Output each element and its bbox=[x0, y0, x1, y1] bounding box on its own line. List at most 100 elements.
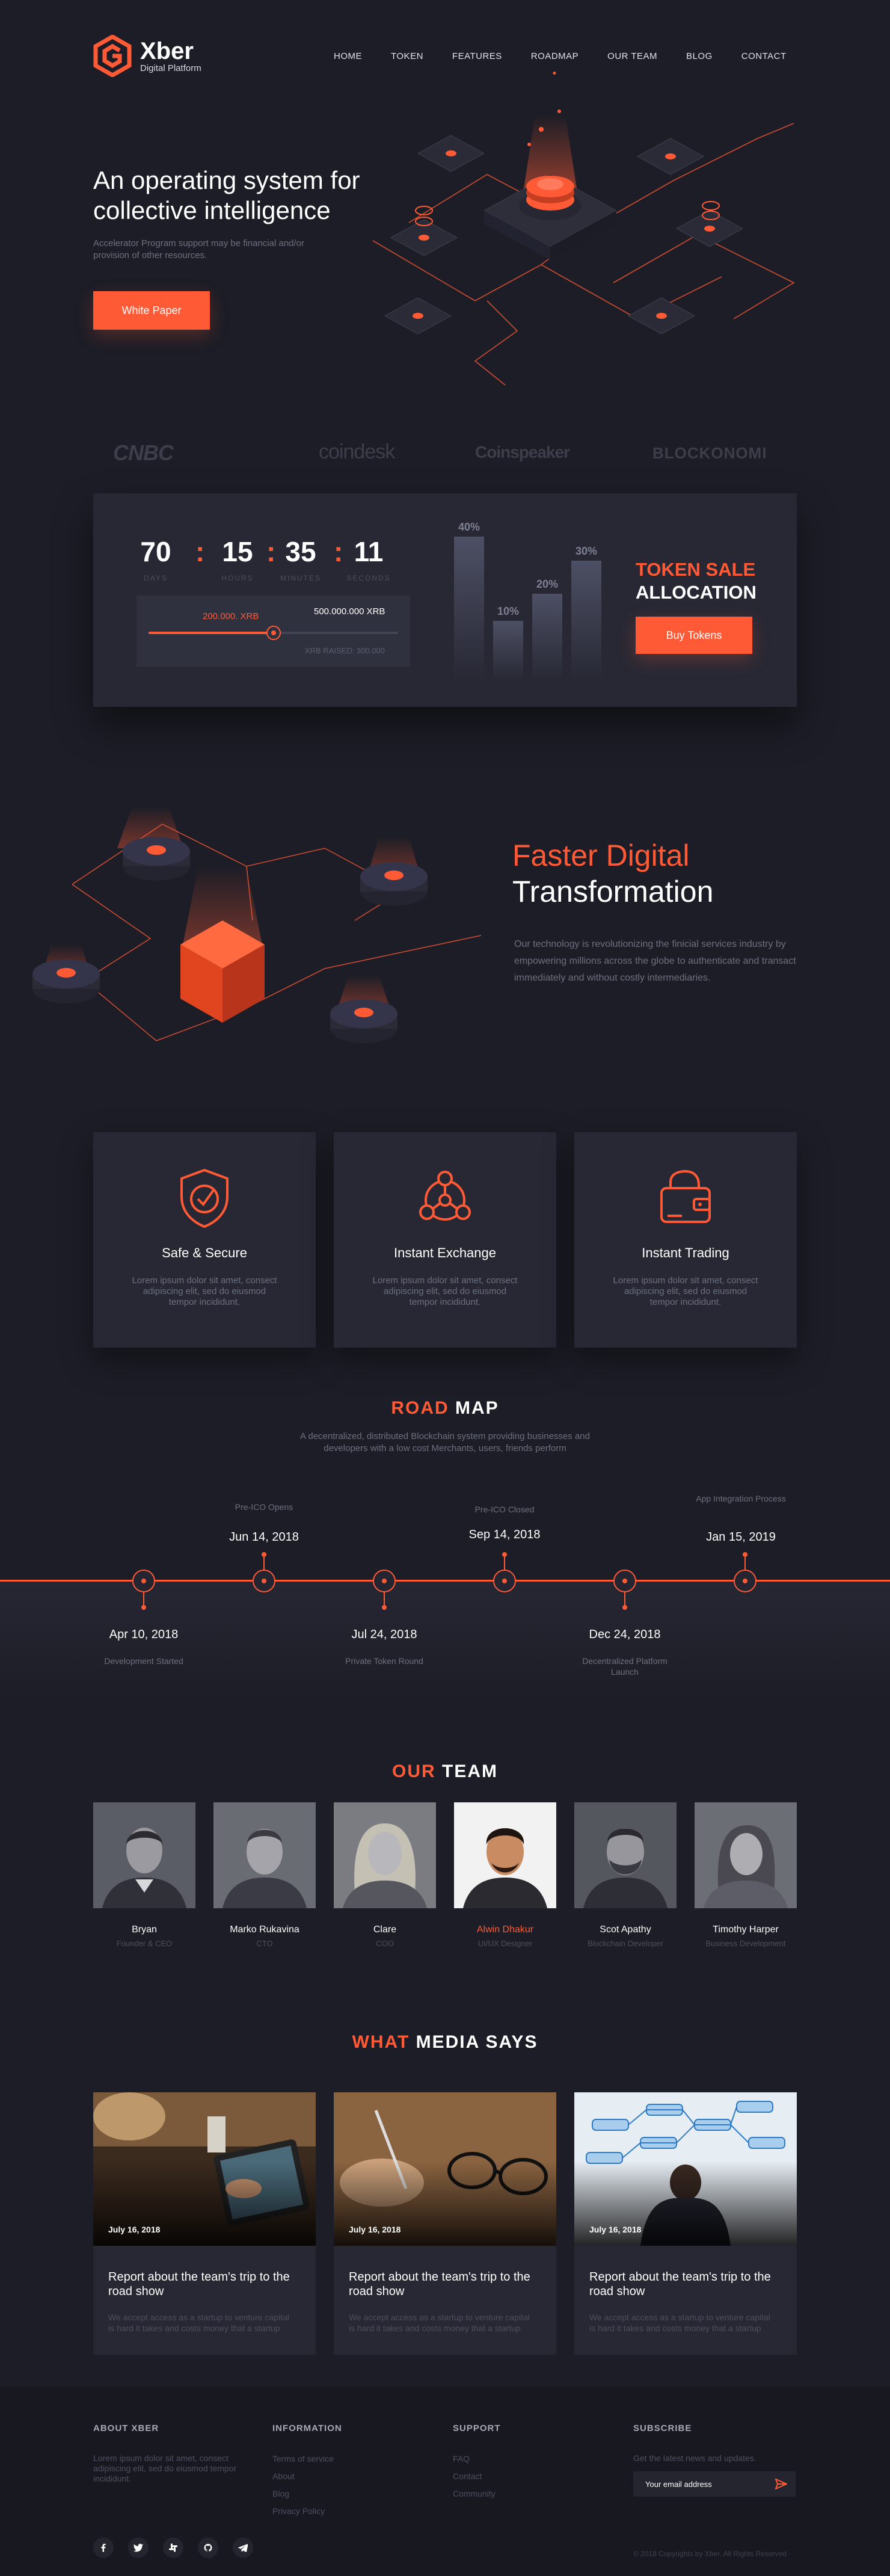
facebook-icon[interactable] bbox=[93, 2537, 114, 2558]
transformation-title-accent: Faster Digital bbox=[512, 839, 690, 872]
allocation-bar bbox=[454, 537, 484, 681]
allocation-chart: 40% 10% 20% 30% bbox=[454, 517, 610, 681]
glasses-desk-photo bbox=[334, 2092, 556, 2246]
footer-link-faq[interactable]: FAQ bbox=[453, 2450, 496, 2468]
nav-contact[interactable]: CONTACT bbox=[741, 51, 787, 61]
nav-roadmap[interactable]: ROADMAP bbox=[531, 51, 578, 61]
nav-features[interactable]: FEATURES bbox=[452, 51, 502, 61]
countdown-separator: : bbox=[195, 536, 205, 567]
progress-handle bbox=[266, 626, 281, 640]
email-input[interactable] bbox=[633, 2471, 766, 2497]
feature-title: Instant Trading bbox=[642, 1245, 729, 1260]
member-role: CTO bbox=[256, 1939, 273, 1948]
transformation-title: Transformation bbox=[512, 875, 714, 908]
footer-support-links: FAQ Contact Community bbox=[453, 2450, 496, 2503]
milestone-label: Pre-ICO Opens bbox=[235, 1502, 293, 1512]
milestone-node[interactable] bbox=[253, 1570, 275, 1592]
milestone-date: Jan 15, 2019 bbox=[706, 1530, 776, 1544]
send-icon[interactable] bbox=[775, 2479, 787, 2489]
brand-logo[interactable]: Xber Digital Platform bbox=[93, 35, 201, 77]
footer-link-community[interactable]: Community bbox=[453, 2485, 496, 2503]
countdown-separator: : bbox=[334, 536, 343, 567]
twitter-icon[interactable] bbox=[128, 2537, 149, 2558]
milestone-node[interactable] bbox=[373, 1570, 396, 1592]
milestone-date: Sep 14, 2018 bbox=[468, 1528, 541, 1541]
media-card[interactable]: July 16, 2018 Report about the team's tr… bbox=[334, 2092, 556, 2355]
milestone-date: Apr 10, 2018 bbox=[109, 1628, 179, 1641]
footer-link-terms[interactable]: Terms of service bbox=[272, 2450, 334, 2468]
footer-link-privacy[interactable]: Privacy Policy bbox=[272, 2503, 334, 2520]
feature-text: Lorem ipsum dolor sit amet, consect adip… bbox=[613, 1275, 758, 1307]
site-footer: ABOUT XBER Lorem ipsum dolor sit amet, c… bbox=[0, 2387, 890, 2576]
media-heading-rest: MEDIA SAYS bbox=[416, 2032, 538, 2052]
raise-goal: 500.000.000 XRB bbox=[314, 606, 385, 617]
blockchain-network-photo bbox=[574, 2092, 797, 2246]
nav-our-team[interactable]: OUR TEAM bbox=[607, 51, 657, 61]
brand-name: Xber bbox=[140, 37, 194, 64]
raised-note: XRB RAISED: 300.000 bbox=[305, 646, 385, 655]
telegram-icon[interactable] bbox=[233, 2537, 253, 2558]
white-paper-button[interactable]: White Paper bbox=[93, 291, 210, 330]
token-sale-title: TOKEN SALE bbox=[636, 559, 756, 580]
isometric-cube-illustration bbox=[32, 806, 482, 1043]
nav-home[interactable]: HOME bbox=[334, 51, 362, 61]
milestone-dot bbox=[262, 1552, 266, 1557]
feature-card: Instant Trading Lorem ipsum dolor sit am… bbox=[574, 1132, 797, 1348]
media-image: July 16, 2018 bbox=[574, 2092, 797, 2246]
milestone-dot bbox=[141, 1605, 146, 1610]
wallet-icon bbox=[660, 1169, 711, 1223]
footer-support-heading: SUPPORT bbox=[453, 2423, 501, 2433]
milestone-stem bbox=[744, 1556, 746, 1570]
milestone-stem bbox=[504, 1556, 505, 1570]
milestone-date: Jun 14, 2018 bbox=[229, 1530, 299, 1544]
press-logo-blockonomi: BLOCKONOMI bbox=[652, 444, 767, 462]
disk-node bbox=[117, 806, 190, 881]
team-member[interactable]: Bryan Founder & CEO bbox=[93, 1802, 195, 1948]
team-member[interactable]: Marko Rukavina CTO bbox=[213, 1802, 316, 1948]
milestone-node[interactable] bbox=[734, 1570, 756, 1592]
media-excerpt: We accept access as a startup to venture… bbox=[589, 2313, 770, 2333]
press-logo-coinspeaker: Coinspeaker bbox=[475, 443, 570, 461]
central-node bbox=[483, 174, 618, 260]
nav-token[interactable]: TOKEN bbox=[391, 51, 423, 61]
github-icon[interactable] bbox=[198, 2537, 218, 2558]
disk-node bbox=[32, 944, 100, 1003]
buy-tokens-button[interactable]: Buy Tokens bbox=[636, 617, 752, 654]
milestone-node[interactable] bbox=[132, 1570, 155, 1592]
xber-logo-icon bbox=[93, 35, 132, 77]
member-role: Blockchain Developer bbox=[588, 1939, 663, 1948]
slack-icon[interactable] bbox=[163, 2537, 183, 2558]
feature-card: Safe & Secure Lorem ipsum dolor sit amet… bbox=[93, 1132, 316, 1348]
media-card[interactable]: July 16, 2018 Report about the team's tr… bbox=[93, 2092, 316, 2355]
nav-blog[interactable]: BLOG bbox=[686, 51, 713, 61]
member-role: COO bbox=[376, 1939, 394, 1948]
media-card[interactable]: July 16, 2018 Report about the team's tr… bbox=[574, 2092, 797, 2355]
countdown-seconds: 11 bbox=[354, 536, 384, 567]
member-role: Business Development bbox=[705, 1939, 786, 1948]
milestone-node[interactable] bbox=[493, 1570, 516, 1592]
isometric-blockchain-illustration bbox=[372, 109, 795, 386]
countdown-seconds-label: SECONDS bbox=[346, 574, 391, 582]
token-sale-panel: 70 : 15 : 35 : 11 DAYS HOURS MINUTES SEC… bbox=[93, 493, 797, 707]
main-nav: HOME TOKEN FEATURES ROADMAP OUR TEAM BLO… bbox=[334, 51, 815, 61]
footer-subscribe-heading: SUBSCRIBE bbox=[633, 2423, 692, 2433]
team-member[interactable]: Scot Apathy Blockchain Developer bbox=[574, 1802, 677, 1948]
exchange-network-icon bbox=[419, 1171, 471, 1221]
member-role: UI/UX Designer bbox=[477, 1939, 533, 1948]
footer-link-blog[interactable]: Blog bbox=[272, 2485, 334, 2503]
team-member[interactable]: Clare COO bbox=[334, 1802, 436, 1948]
team-member[interactable]: Timothy Harper Business Development bbox=[695, 1802, 797, 1948]
milestone-label: Pre-ICO Closed bbox=[474, 1505, 535, 1514]
tablet-photo bbox=[93, 2092, 316, 2246]
footer-link-contact[interactable]: Contact bbox=[453, 2468, 496, 2485]
media-image: July 16, 2018 bbox=[334, 2092, 556, 2246]
copyright: © 2018 Copyrights by Xber. All Rights Re… bbox=[633, 2550, 787, 2558]
footer-link-about[interactable]: About bbox=[272, 2468, 334, 2485]
team-member-active[interactable]: Alwin Dhakur UI/UX Designer bbox=[454, 1802, 556, 1948]
press-logo-coindesk: coindesk bbox=[319, 440, 395, 463]
media-image: July 16, 2018 bbox=[93, 2092, 316, 2246]
avatar bbox=[213, 1802, 316, 1908]
feature-text: Lorem ipsum dolor sit amet, consect adip… bbox=[132, 1275, 277, 1307]
subscribe-form bbox=[633, 2471, 796, 2497]
milestone-node[interactable] bbox=[613, 1570, 636, 1592]
